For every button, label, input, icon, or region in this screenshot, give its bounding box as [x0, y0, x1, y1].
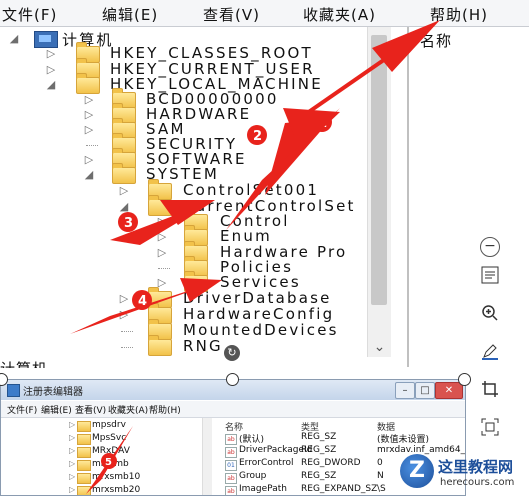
annotation-arrows: 1 2 3 4	[70, 20, 440, 334]
crop-icon[interactable]	[478, 380, 502, 404]
value-name: ErrorControl	[239, 458, 294, 468]
resize-handle-top[interactable]	[226, 373, 239, 386]
zoom-out-icon[interactable]: −	[480, 237, 500, 257]
minimize-icon[interactable]: –	[395, 382, 415, 399]
value-data: N	[377, 471, 384, 481]
small-menu-favorites[interactable]: 收藏夹(A)	[108, 403, 148, 416]
value-name: ImagePath	[239, 484, 287, 494]
regedit-app-icon	[7, 384, 20, 397]
value-type: REG_SZ	[301, 471, 337, 481]
annotation-badge: 5	[105, 457, 112, 468]
small-window-title: 注册表编辑器	[23, 387, 83, 398]
maximize-icon[interactable]: □	[415, 382, 435, 399]
value-type: REG_SZ	[301, 432, 337, 442]
value-data: \S	[377, 484, 386, 494]
site-logo-icon: Z	[400, 454, 434, 488]
value-data: 0	[377, 458, 383, 468]
watermark-url: herecours.com	[440, 477, 515, 488]
binary-value-icon: 01	[225, 460, 237, 471]
scan-icon[interactable]	[478, 418, 502, 442]
small-registry-tree: ▷ mpsdrv ▷ MpsSvc ▷ MRxDAV ▷ mrxsmb ▷ mr…	[1, 418, 212, 495]
string-value-icon: ab	[225, 473, 237, 484]
resize-handle-top-right[interactable]	[458, 373, 471, 386]
value-row[interactable]: ab (默认) REG_SZ (数值未设置)	[225, 432, 465, 446]
small-menu-help[interactable]: 帮助(H)	[149, 403, 181, 416]
annotation-badge: 4	[138, 294, 147, 309]
value-name: Group	[239, 471, 267, 481]
value-type: REG_EXPAND_SZ	[301, 484, 378, 494]
annotation-arrow-4: 4	[70, 278, 222, 334]
string-value-icon: ab	[225, 434, 237, 445]
small-menu-edit[interactable]: 编辑(E)	[41, 403, 72, 416]
small-tree-scrollbar[interactable]	[202, 418, 212, 495]
value-type: REG_DWORD	[301, 458, 361, 468]
zoom-in-icon[interactable]	[478, 304, 502, 328]
value-type: REG_SZ	[301, 445, 337, 455]
pen-icon[interactable]	[478, 342, 502, 366]
string-value-icon: ab	[225, 447, 237, 458]
small-menu-view[interactable]: 查看(V)	[75, 403, 106, 416]
small-menu-bar: 文件(F) 编辑(E) 查看(V) 收藏夹(A) 帮助(H)	[1, 401, 465, 418]
text-recognize-icon[interactable]	[478, 266, 502, 290]
annotation-arrow-2: 2	[226, 108, 340, 230]
image-toolbar: −	[476, 232, 506, 452]
string-value-icon: ab	[225, 486, 237, 495]
value-name: (默认)	[239, 435, 265, 445]
annotation-arrow-1: 1	[265, 20, 440, 195]
rotate-icon[interactable]: ↻	[224, 345, 240, 361]
annotation-badge: 3	[124, 216, 133, 231]
annotation-arrow-3: 3	[110, 200, 215, 245]
zoomed-regedit: 文件(F) 编辑(E) 查看(V) 收藏夹(A) 帮助(H) ◢ 计算机 ▷ H…	[0, 0, 529, 368]
site-watermark: Z 这里教程网 herecours.com	[400, 452, 529, 494]
watermark-title: 这里教程网	[438, 458, 514, 476]
annotation-arrow-5: 5	[86, 426, 133, 494]
value-data: (数值未设置)	[377, 435, 430, 445]
close-icon[interactable]: ✕	[435, 382, 463, 399]
embedded-regedit-screenshot: 注册表编辑器 – □ ✕ 文件(F) 编辑(E) 查看(V) 收藏夹(A) 帮助…	[0, 379, 466, 496]
small-menu-file[interactable]: 文件(F)	[7, 403, 37, 416]
annotation-badge: 2	[253, 129, 262, 144]
